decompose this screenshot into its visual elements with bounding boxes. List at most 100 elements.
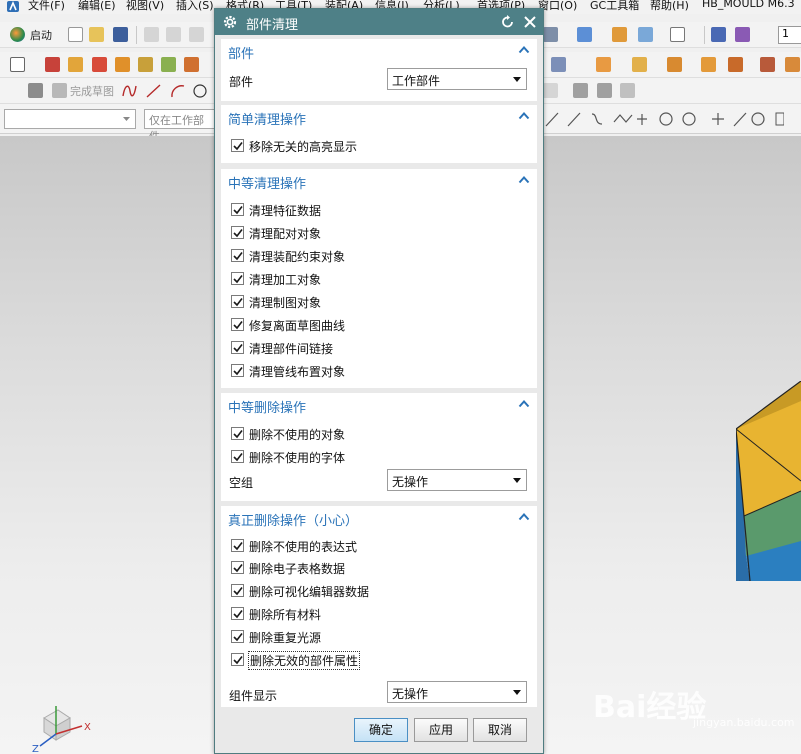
checkbox-box[interactable] xyxy=(231,584,244,597)
checkbox-box[interactable] xyxy=(231,539,244,552)
snap-point-tools[interactable] xyxy=(544,110,784,128)
snap-icon[interactable] xyxy=(573,83,588,98)
checkbox-box[interactable] xyxy=(231,341,244,354)
menu-hb-mould[interactable]: HB_MOULD M6.3 xyxy=(702,0,795,10)
save-icon[interactable] xyxy=(113,27,128,42)
menu-file[interactable]: 文件(F) xyxy=(28,0,65,13)
snap2-icon[interactable] xyxy=(597,83,612,98)
revolve-icon[interactable] xyxy=(92,57,107,72)
sketch-curve-tools[interactable] xyxy=(120,82,210,100)
checkbox-delete-unused-objects[interactable]: 删除不使用的对象 xyxy=(229,424,529,442)
checkbox-box[interactable] xyxy=(231,653,244,666)
menu-view[interactable]: 视图(V) xyxy=(126,0,164,13)
type-filter-dropdown[interactable] xyxy=(4,109,136,129)
part-select[interactable]: 工作部件 xyxy=(387,68,527,90)
checkbox-clean-interpart-links[interactable]: 清理部件间链接 xyxy=(229,338,529,356)
checkbox-delete-spreadsheet-data[interactable]: 删除电子表格数据 xyxy=(229,558,529,576)
dialog-titlebar[interactable]: 部件清理 xyxy=(215,9,543,35)
menu-gc-toolbox[interactable]: GC工具箱 xyxy=(590,0,639,13)
checkbox-box[interactable] xyxy=(231,226,244,239)
sketch-constraint-icon[interactable] xyxy=(543,83,558,98)
checkbox-box[interactable] xyxy=(231,561,244,574)
snap3-icon[interactable] xyxy=(620,83,635,98)
open-folder-icon[interactable] xyxy=(89,27,104,42)
chevron-up-icon[interactable] xyxy=(518,511,530,523)
checkbox-box[interactable] xyxy=(231,295,244,308)
menu-help[interactable]: 帮助(H) xyxy=(650,0,689,13)
datum-csys-icon[interactable] xyxy=(45,57,60,72)
cancel-button[interactable]: 取消 xyxy=(473,718,527,742)
checkbox-box[interactable] xyxy=(231,607,244,620)
explode-icon[interactable] xyxy=(728,57,743,72)
cut-icon[interactable] xyxy=(144,27,159,42)
view-section-icon[interactable] xyxy=(612,27,627,42)
wcs-icon[interactable] xyxy=(711,27,726,42)
checkbox-box[interactable] xyxy=(231,450,244,463)
finish-sketch-label[interactable]: 完成草图 xyxy=(70,83,114,99)
selection-scope-input[interactable]: 仅在工作部件 xyxy=(144,109,216,143)
mate-icon[interactable] xyxy=(701,57,716,72)
new-file-icon[interactable] xyxy=(68,27,83,42)
measure-icon[interactable] xyxy=(551,57,566,72)
copy-icon[interactable] xyxy=(166,27,181,42)
checkbox-clean-assembly-constraints[interactable]: 清理装配约束对象 xyxy=(229,246,529,264)
paste-icon[interactable] xyxy=(189,27,204,42)
checkbox-delete-all-materials[interactable]: 删除所有材料 xyxy=(229,604,529,622)
menu-insert[interactable]: 插入(S) xyxy=(176,0,214,13)
assembly-icon[interactable] xyxy=(596,57,611,72)
component-display-select[interactable]: 无操作 xyxy=(387,681,527,703)
checkbox-delete-visual-editor-data[interactable]: 删除可视化编辑器数据 xyxy=(229,581,529,599)
checkbox-clean-machining-objects[interactable]: 清理加工对象 xyxy=(229,269,529,287)
group-true-delete-header[interactable]: 真正删除操作（小心） xyxy=(221,506,537,530)
checkbox-delete-duplicate-lights[interactable]: 删除重复光源 xyxy=(229,627,529,645)
shell-icon[interactable] xyxy=(161,57,176,72)
camera-icon[interactable] xyxy=(638,27,653,42)
finish-sketch-icon[interactable] xyxy=(52,83,67,98)
group-part-header[interactable]: 部件 xyxy=(221,39,537,63)
chevron-up-icon[interactable] xyxy=(518,174,530,186)
sequence-icon[interactable] xyxy=(760,57,775,72)
chevron-up-icon[interactable] xyxy=(518,110,530,122)
reset-icon[interactable] xyxy=(499,13,517,31)
wave-icon[interactable] xyxy=(785,57,800,72)
sketch-icon[interactable] xyxy=(28,83,43,98)
start-icon[interactable] xyxy=(10,27,25,42)
group-medium-delete-header[interactable]: 中等删除操作 xyxy=(221,393,537,417)
checkbox-clean-routing-objects[interactable]: 清理管线布置对象 xyxy=(229,361,529,379)
checkbox-clean-drafting-objects[interactable]: 清理制图对象 xyxy=(229,292,529,310)
checkbox-box[interactable] xyxy=(231,427,244,440)
group-medium-cleanup-header[interactable]: 中等清理操作 xyxy=(221,169,537,193)
work-layer-input[interactable]: 1 xyxy=(778,26,801,44)
render-style-icon[interactable] xyxy=(577,27,592,42)
checkbox-clean-feature-data[interactable]: 清理特征数据 xyxy=(229,200,529,218)
checkbox-box[interactable] xyxy=(231,203,244,216)
ok-button[interactable]: 确定 xyxy=(354,718,408,742)
block-icon[interactable] xyxy=(115,57,130,72)
checkbox-delete-invalid-attributes[interactable]: 删除无效的部件属性 xyxy=(229,650,529,670)
checkbox-delete-unused-fonts[interactable]: 删除不使用的字体 xyxy=(229,447,529,465)
cylinder-icon[interactable] xyxy=(138,57,153,72)
extrude-icon[interactable] xyxy=(68,57,83,72)
checkbox-box[interactable] xyxy=(231,630,244,643)
checkbox-delete-unused-expressions[interactable]: 删除不使用的表达式 xyxy=(229,536,529,554)
checkbox-clean-mating-objects[interactable]: 清理配对对象 xyxy=(229,223,529,241)
chevron-up-icon[interactable] xyxy=(518,398,530,410)
checkbox-repair-off-plane-sketch[interactable]: 修复离面草图曲线 xyxy=(229,315,529,333)
empty-group-select[interactable]: 无操作 xyxy=(387,469,527,491)
background-color-icon[interactable] xyxy=(670,27,685,42)
apply-button[interactable]: 应用 xyxy=(414,718,468,742)
component-icon[interactable] xyxy=(632,57,647,72)
orient-view-icon[interactable] xyxy=(543,27,558,42)
start-label[interactable]: 启动 xyxy=(30,27,52,43)
move-object-icon[interactable] xyxy=(735,27,750,42)
group-simple-header[interactable]: 简单清理操作 xyxy=(221,105,537,129)
add-component-icon[interactable] xyxy=(667,57,682,72)
menu-edit[interactable]: 编辑(E) xyxy=(78,0,116,13)
select-box-icon[interactable] xyxy=(10,57,25,72)
blend-icon[interactable] xyxy=(184,57,199,72)
checkbox-box[interactable] xyxy=(231,364,244,377)
close-icon[interactable] xyxy=(521,13,539,31)
checkbox-box[interactable] xyxy=(231,249,244,262)
checkbox-box[interactable] xyxy=(231,318,244,331)
chevron-up-icon[interactable] xyxy=(518,44,530,56)
